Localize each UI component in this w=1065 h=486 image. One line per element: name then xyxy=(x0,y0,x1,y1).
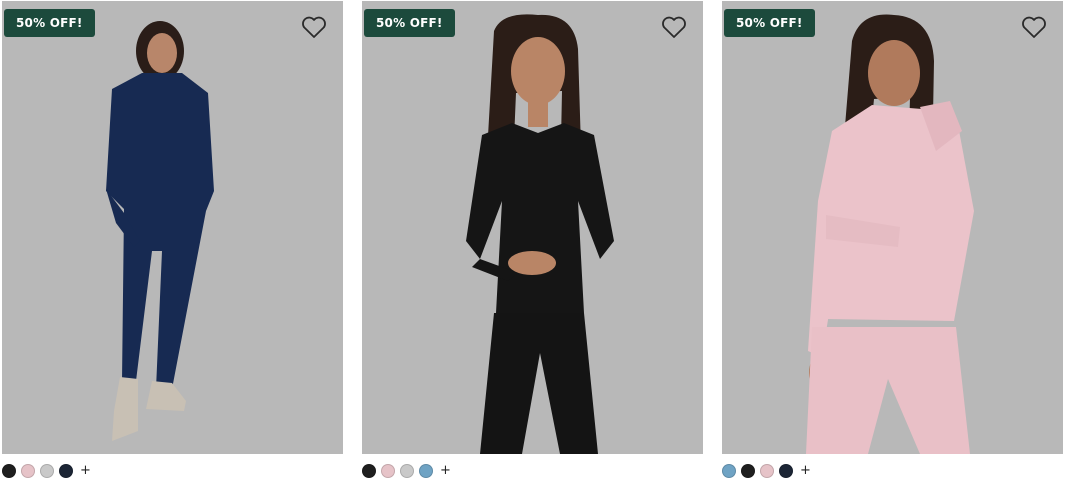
color-swatch[interactable] xyxy=(2,464,16,478)
color-swatch[interactable] xyxy=(59,464,73,478)
color-swatches: + xyxy=(722,462,811,480)
product-image[interactable]: 50% OFF! xyxy=(722,1,1063,454)
heart-outline-icon[interactable] xyxy=(1021,15,1047,39)
product-image[interactable]: 50% OFF! xyxy=(362,1,703,454)
product-card: 50% OFF! + xyxy=(722,0,1063,486)
color-swatch[interactable] xyxy=(400,464,414,478)
product-card: 50% OFF! + xyxy=(2,0,343,486)
heart-outline-icon[interactable] xyxy=(661,15,687,39)
discount-badge: 50% OFF! xyxy=(4,9,95,37)
color-swatch[interactable] xyxy=(779,464,793,478)
model-black-outfit-illustration xyxy=(466,14,614,454)
color-swatch[interactable] xyxy=(40,464,54,478)
color-swatch[interactable] xyxy=(760,464,774,478)
color-swatch[interactable] xyxy=(419,464,433,478)
color-swatch[interactable] xyxy=(362,464,376,478)
product-image[interactable]: 50% OFF! xyxy=(2,1,343,454)
more-colors-button[interactable]: + xyxy=(440,464,451,478)
discount-badge: 50% OFF! xyxy=(724,9,815,37)
color-swatch[interactable] xyxy=(21,464,35,478)
model-navy-outfit-illustration xyxy=(106,21,214,441)
color-swatches: + xyxy=(2,462,91,480)
color-swatches: + xyxy=(362,462,451,480)
color-swatch[interactable] xyxy=(381,464,395,478)
product-card: 50% OFF! + xyxy=(362,0,703,486)
model-pink-outfit-illustration xyxy=(806,14,974,454)
color-swatch[interactable] xyxy=(722,464,736,478)
more-colors-button[interactable]: + xyxy=(800,464,811,478)
heart-outline-icon[interactable] xyxy=(301,15,327,39)
more-colors-button[interactable]: + xyxy=(80,464,91,478)
discount-badge: 50% OFF! xyxy=(364,9,455,37)
color-swatch[interactable] xyxy=(741,464,755,478)
